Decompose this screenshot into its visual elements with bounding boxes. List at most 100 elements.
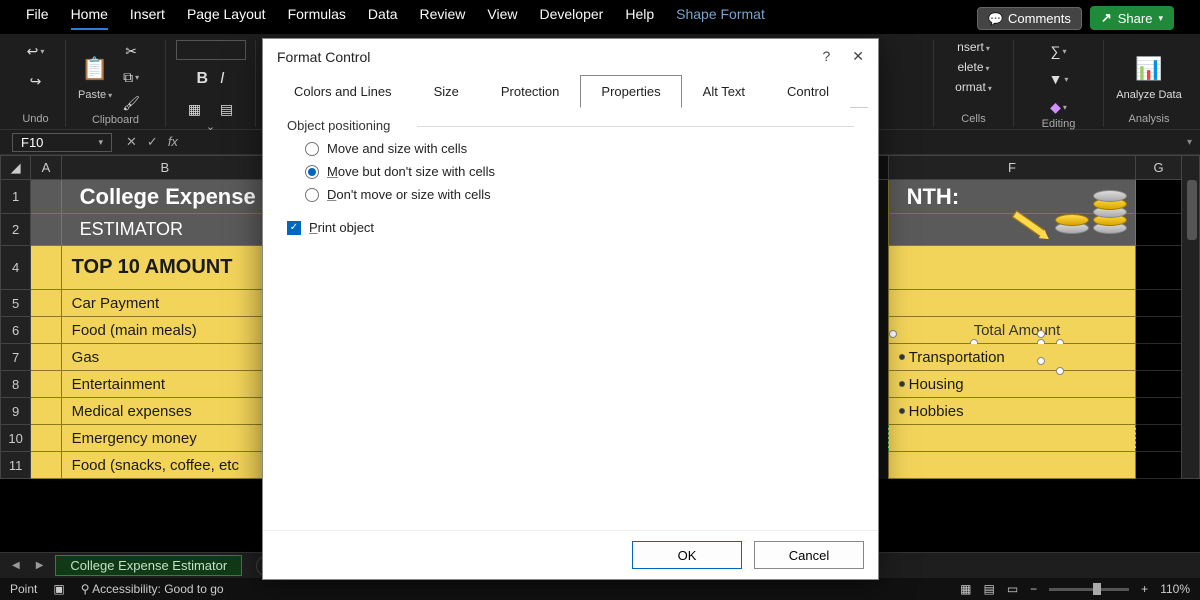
menu-formulas[interactable]: Formulas [288, 6, 346, 30]
radio-dont-move[interactable]: Don't move or size with cells [305, 187, 854, 202]
fx-icon[interactable]: fx [168, 134, 178, 150]
bold-button[interactable]: B [196, 70, 208, 88]
menu-developer[interactable]: Developer [540, 6, 604, 30]
undo-icon[interactable]: ↩ [25, 40, 47, 62]
radio-move-no-size[interactable]: Move but don't size with cells [305, 164, 854, 179]
checkbox-print-object[interactable]: ✓ Print object [287, 220, 854, 235]
cancel-button[interactable]: Cancel [754, 541, 864, 569]
name-box[interactable]: F10▾ [12, 133, 112, 152]
vertical-scrollbar[interactable] [1185, 156, 1199, 478]
tab-colors-lines[interactable]: Colors and Lines [273, 75, 413, 108]
format-painter-icon[interactable]: 🖌 [120, 92, 142, 114]
row-header-5[interactable]: 5 [1, 290, 31, 317]
dialog-help-icon[interactable]: ? [822, 48, 830, 65]
row-header-2[interactable]: 2 [1, 214, 31, 246]
formula-expand-icon[interactable]: ▾ [1187, 137, 1192, 148]
menu-review[interactable]: Review [420, 6, 466, 30]
zoom-in-button[interactable]: + [1141, 582, 1148, 596]
col-header-b[interactable]: B [61, 156, 268, 180]
font-name-input[interactable] [176, 40, 246, 60]
cell-b1[interactable]: College Expense [61, 180, 268, 214]
cell-f10-selected[interactable] [888, 425, 1136, 452]
insert-cells-button[interactable]: nsert [957, 40, 990, 54]
row-header-4[interactable]: 4 [1, 246, 31, 290]
view-page-layout-icon[interactable]: ▤ [983, 582, 994, 596]
col-header-g[interactable]: G [1136, 156, 1181, 180]
ok-button[interactable]: OK [632, 541, 742, 569]
cell-b5[interactable]: Car Payment [61, 290, 268, 317]
menu-help[interactable]: Help [625, 6, 654, 30]
comments-button[interactable]: Comments [977, 7, 1082, 30]
view-normal-icon[interactable]: ▦ [960, 582, 971, 596]
row-header-11[interactable]: 11 [1, 452, 31, 479]
row-header-7[interactable]: 7 [1, 344, 31, 371]
tab-control[interactable]: Control [766, 75, 850, 108]
analyze-data-icon[interactable]: 📊 [1133, 53, 1165, 85]
menu-page-layout[interactable]: Page Layout [187, 6, 266, 30]
zoom-level[interactable]: 110% [1160, 582, 1190, 596]
cell-b7[interactable]: Gas [61, 344, 268, 371]
grid-icon[interactable]: ▤ [216, 98, 238, 120]
enter-formula-icon[interactable]: ✓ [147, 134, 158, 150]
share-label: Share [1118, 11, 1153, 26]
cell-f1[interactable]: NTH: [888, 180, 1136, 214]
clear-icon[interactable]: ◆ [1048, 96, 1070, 118]
autosum-icon[interactable]: ∑ [1048, 40, 1070, 62]
row-header-9[interactable]: 9 [1, 398, 31, 425]
tab-alt-text[interactable]: Alt Text [682, 75, 766, 108]
cell-f6-chart-title[interactable]: Total Amount [888, 317, 1136, 344]
cell-b9[interactable]: Medical expenses [61, 398, 268, 425]
cell-b11[interactable]: Food (snacks, coffee, etc [61, 452, 268, 479]
cut-icon[interactable]: ✂ [120, 40, 142, 62]
menu-shape-format[interactable]: Shape Format [676, 6, 765, 30]
cell-b4[interactable]: TOP 10 AMOUNT [61, 246, 268, 290]
borders-icon[interactable]: ▦ [184, 98, 206, 120]
radio-icon [305, 165, 319, 179]
tab-protection[interactable]: Protection [480, 75, 581, 108]
tab-properties[interactable]: Properties [580, 75, 681, 108]
dialog-close-icon[interactable]: ✕ [852, 48, 864, 65]
tab-size[interactable]: Size [413, 75, 480, 108]
redo-icon[interactable]: ↪ [25, 70, 47, 92]
paste-icon[interactable]: 📋 [79, 53, 111, 85]
macro-record-icon[interactable]: ▣ [53, 582, 64, 596]
share-button[interactable]: Share▾ [1090, 6, 1174, 30]
paste-label[interactable]: Paste [78, 89, 112, 101]
view-page-break-icon[interactable]: ▭ [1007, 582, 1018, 596]
format-cells-button[interactable]: ormat [955, 80, 992, 94]
row-header-6[interactable]: 6 [1, 317, 31, 344]
row-header-8[interactable]: 8 [1, 371, 31, 398]
name-box-value: F10 [21, 135, 43, 150]
cancel-formula-icon[interactable]: ✕ [126, 134, 137, 150]
sheet-tab-active[interactable]: College Expense Estimator [55, 555, 242, 576]
col-header-a[interactable]: A [31, 156, 61, 180]
cell-f8[interactable]: Housing [888, 371, 1136, 398]
menu-file[interactable]: File [26, 6, 49, 30]
menu-home[interactable]: Home [71, 6, 108, 30]
copy-icon[interactable]: ⧉ [120, 66, 142, 88]
select-all-corner[interactable]: ◢ [1, 156, 31, 180]
cell-b6[interactable]: Food (main meals) [61, 317, 268, 344]
row-header-10[interactable]: 10 [1, 425, 31, 452]
zoom-out-button[interactable]: − [1030, 582, 1037, 596]
italic-button[interactable]: I [220, 70, 224, 88]
menu-insert[interactable]: Insert [130, 6, 165, 30]
row-header-1[interactable]: 1 [1, 180, 31, 214]
delete-cells-button[interactable]: elete [957, 60, 989, 74]
radio-move-and-size[interactable]: Move and size with cells [305, 141, 854, 156]
menu-data[interactable]: Data [368, 6, 398, 30]
status-accessibility[interactable]: ⚲ Accessibility: Good to go [81, 582, 224, 596]
zoom-slider[interactable] [1049, 588, 1129, 591]
object-positioning-group-label: Object positioning [287, 118, 854, 133]
dialog-title: Format Control [277, 49, 370, 65]
cell-b2[interactable]: ESTIMATOR [61, 214, 268, 246]
legend-dot-icon [899, 408, 905, 414]
cell-f9[interactable]: Hobbies [888, 398, 1136, 425]
cell-f7[interactable]: Transportation [888, 344, 1136, 371]
cell-b8[interactable]: Entertainment [61, 371, 268, 398]
menu-view[interactable]: View [487, 6, 517, 30]
cell-b10[interactable]: Emergency money [61, 425, 268, 452]
sheet-nav-next-icon[interactable]: ▶ [32, 560, 48, 571]
fill-icon[interactable]: ▼ [1048, 68, 1070, 90]
sheet-nav-prev-icon[interactable]: ◀ [8, 560, 24, 571]
